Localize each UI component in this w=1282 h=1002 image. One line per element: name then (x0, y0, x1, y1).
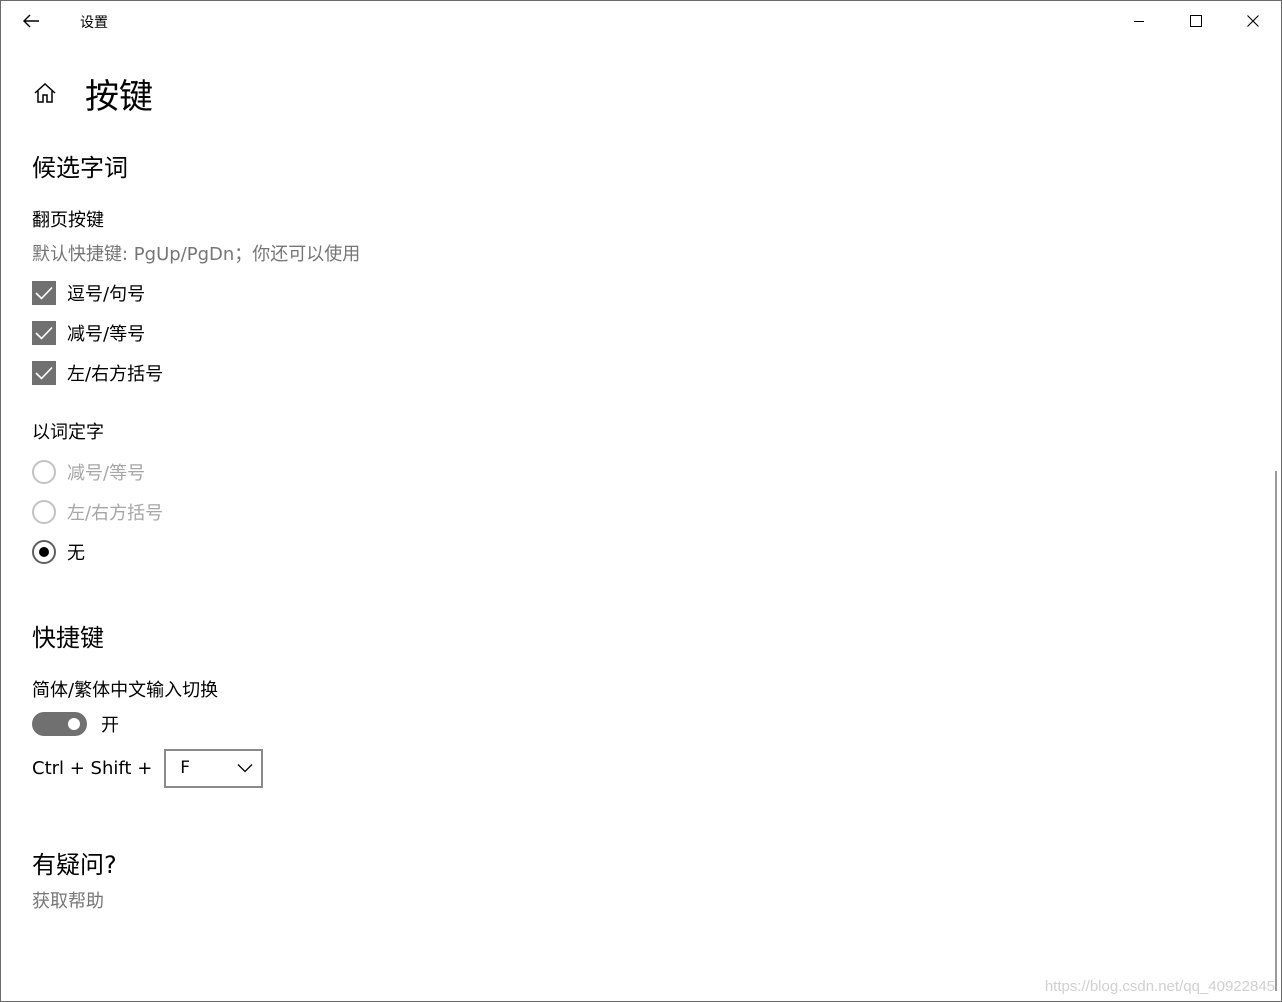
page-title: 按键 (85, 76, 153, 117)
paging-keys-label: 翻页按键 (32, 210, 104, 231)
minimize-button[interactable] (1110, 1, 1167, 41)
checkbox-box[interactable] (32, 321, 56, 345)
checkbox-brackets[interactable]: 左/右方括号 (32, 360, 163, 386)
radio-button[interactable] (32, 500, 56, 524)
shortcut-prefix: Ctrl + Shift + (32, 757, 153, 779)
radio-minus-equal[interactable]: 减号/等号 (32, 459, 145, 485)
checkbox-box[interactable] (32, 361, 56, 385)
shortcut-key-dropdown[interactable]: F (164, 748, 264, 788)
page-header: 按键 (31, 69, 153, 117)
back-button[interactable] (15, 5, 47, 37)
minimize-icon (1133, 21, 1144, 22)
word-to-char-label: 以词定字 (32, 422, 104, 443)
get-help-link[interactable]: 获取帮助 (32, 887, 104, 913)
dropdown-value: F (180, 758, 191, 778)
section-title-help: 有疑问? (32, 851, 117, 879)
paging-keys-description: 默认快捷键: PgUp/PgDn；你还可以使用 (32, 244, 361, 265)
settings-window: 设置 按键 候选字词 翻页按键 默认快捷键: PgUp/PgDn；你还可以使用 (0, 0, 1282, 1002)
radio-label: 无 (67, 543, 85, 564)
checkbox-label: 逗号/句号 (67, 284, 146, 305)
checkbox-label: 减号/等号 (67, 324, 146, 345)
section-title-shortcuts: 快捷键 (32, 624, 104, 652)
radio-button[interactable] (32, 540, 56, 564)
simplified-traditional-toggle-row: 开 (32, 711, 119, 737)
section-title-candidates: 候选字词 (32, 154, 128, 182)
checkbox-box[interactable] (32, 281, 56, 305)
radio-dot (39, 547, 49, 557)
maximize-icon (1189, 15, 1202, 27)
checkbox-minus-equal[interactable]: 减号/等号 (32, 320, 145, 346)
check-icon (35, 286, 53, 300)
checkbox-comma-period[interactable]: 逗号/句号 (32, 280, 145, 306)
checkbox-label: 左/右方括号 (67, 364, 164, 385)
toggle-knob (68, 718, 80, 730)
radio-label: 减号/等号 (67, 463, 146, 484)
radio-label: 左/右方括号 (67, 503, 164, 524)
window-title: 设置 (80, 15, 108, 31)
shortcut-combo-row: Ctrl + Shift + F (32, 748, 264, 788)
scrollbar[interactable] (1275, 471, 1277, 991)
chevron-down-icon (237, 764, 253, 773)
home-button[interactable] (31, 79, 59, 107)
home-icon (34, 82, 56, 103)
radio-button[interactable] (32, 460, 56, 484)
close-icon (1246, 15, 1259, 27)
close-button[interactable] (1224, 1, 1281, 41)
simplified-traditional-toggle[interactable] (32, 712, 87, 736)
radio-brackets[interactable]: 左/右方括号 (32, 499, 163, 525)
toggle-state-label: 开 (101, 715, 119, 736)
simplified-traditional-switch-label: 简体/繁体中文输入切换 (32, 680, 219, 701)
title-bar: 设置 (1, 1, 1281, 41)
maximize-button[interactable] (1167, 1, 1224, 41)
watermark: https://blog.csdn.net/qq_40922845 (1044, 978, 1275, 995)
check-icon (35, 326, 53, 340)
back-arrow-icon (23, 14, 39, 28)
radio-none[interactable]: 无 (32, 539, 85, 565)
check-icon (35, 366, 53, 380)
